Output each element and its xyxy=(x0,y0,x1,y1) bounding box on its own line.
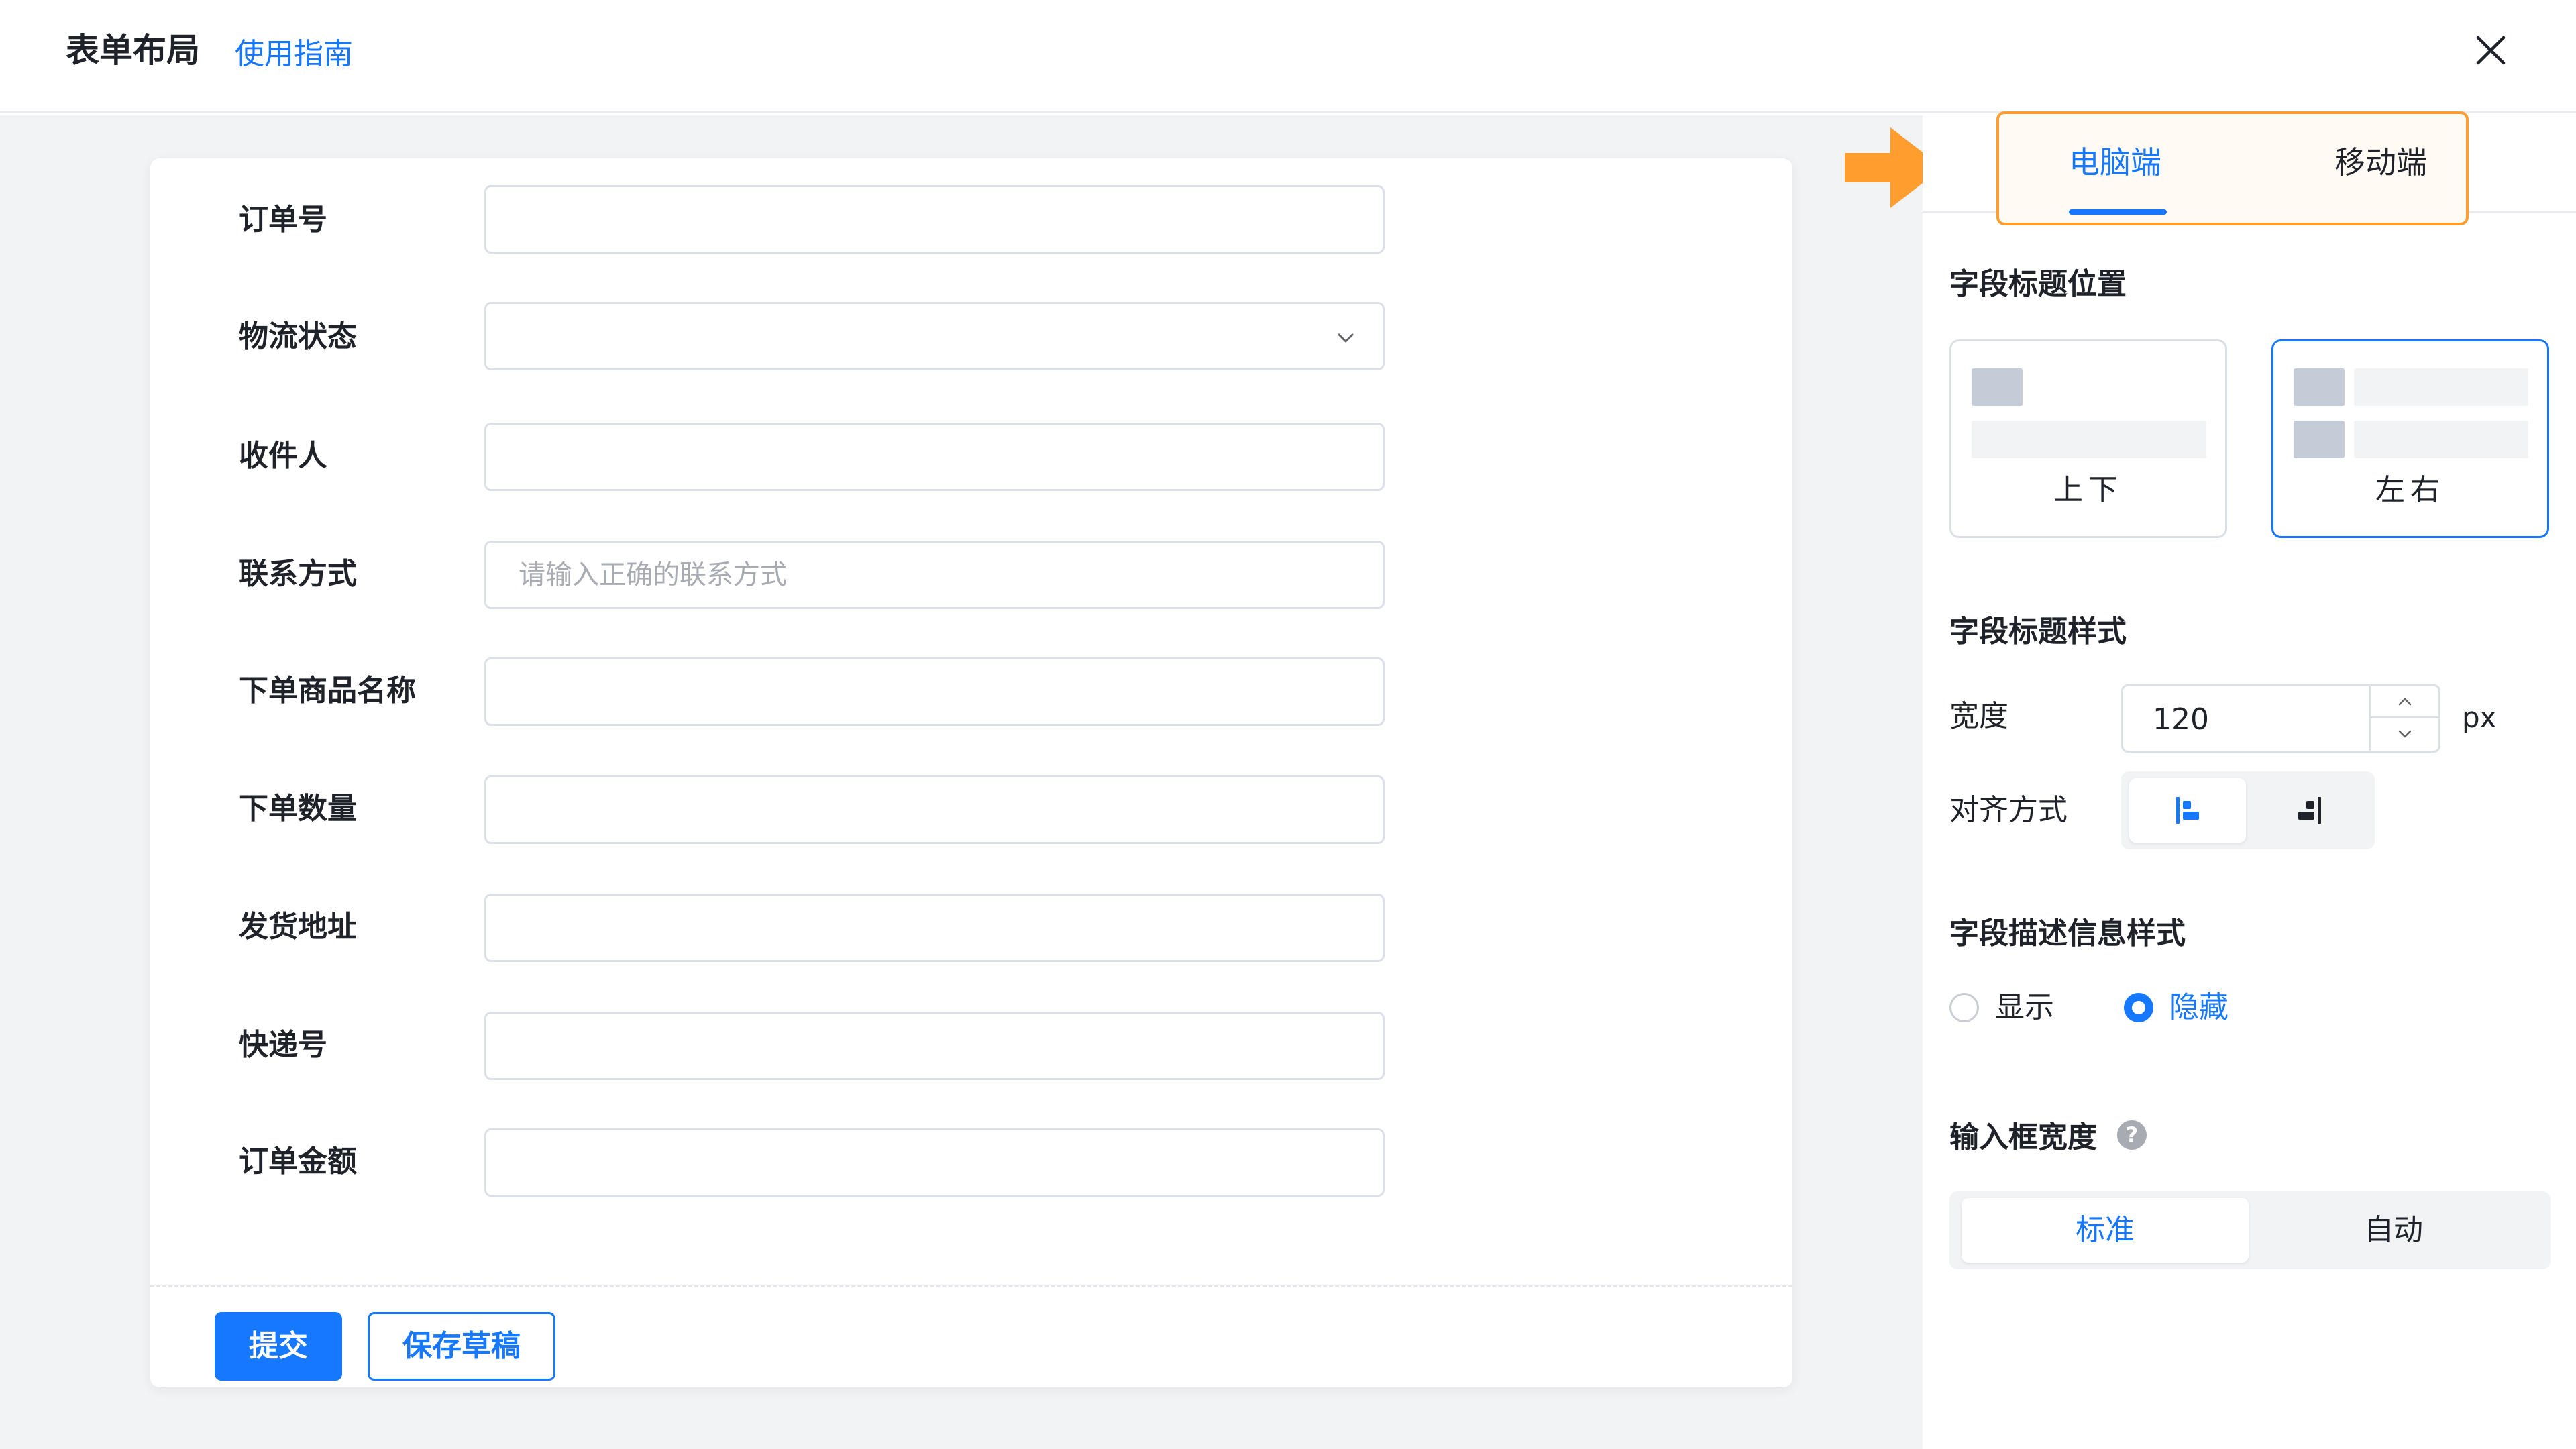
label-position-title: 字段标题位置 xyxy=(1949,267,2127,301)
field-label-order-no: 订单号 xyxy=(239,203,327,237)
layout-option-label: 左右 xyxy=(2375,473,2445,507)
radio-label-hide: 隐藏 xyxy=(2169,990,2229,1024)
chevron-down-icon xyxy=(2398,730,2412,738)
stepper-increase-button[interactable] xyxy=(2371,686,2438,718)
align-right-button[interactable] xyxy=(2250,778,2367,843)
layout-option-left-right[interactable]: 左右 xyxy=(2271,339,2549,538)
order-no-input[interactable] xyxy=(484,185,1385,254)
form-preview-canvas: 订单号 物流状态 收件人 联系方式 请输入正确的联系方式 下单商品名称 下单数量… xyxy=(0,115,1923,1449)
logistics-status-select[interactable] xyxy=(484,302,1385,370)
layout-preview-input-block xyxy=(2354,368,2528,406)
label-width-stepper[interactable]: 120 xyxy=(2121,684,2440,753)
guide-link[interactable]: 使用指南 xyxy=(235,34,353,75)
close-icon xyxy=(2476,36,2506,65)
layout-preview-input-block xyxy=(1972,421,2206,458)
input-width-title: 输入框宽度 xyxy=(1949,1120,2097,1155)
tab-desktop[interactable]: 电脑端 xyxy=(2069,141,2161,184)
label-style-title: 字段标题样式 xyxy=(1949,614,2127,649)
input-width-auto-button[interactable]: 自动 xyxy=(2250,1198,2537,1263)
settings-panel: 电脑端 移动端 字段标题位置 上下 左右 字段标题样式 宽度 120 px 对齐… xyxy=(1923,111,2576,1449)
align-left-icon xyxy=(2176,797,2199,824)
stepper-controls xyxy=(2369,686,2438,751)
form-preview-card: 订单号 物流状态 收件人 联系方式 请输入正确的联系方式 下单商品名称 下单数量… xyxy=(150,158,1792,1387)
radio-label-show: 显示 xyxy=(1995,990,2054,1024)
field-label-order-amount: 订单金额 xyxy=(239,1144,357,1179)
layout-preview-input-block xyxy=(2354,421,2528,458)
width-label: 宽度 xyxy=(1949,699,2008,733)
input-width-standard-button[interactable]: 标准 xyxy=(1962,1198,2249,1263)
field-label-logistics-status: 物流状态 xyxy=(239,319,357,354)
layout-option-label: 上下 xyxy=(2053,473,2123,507)
form-layout-dialog: 表单布局 使用指南 订单号 物流状态 收件人 联系方式 请输入正确的联系方式 下… xyxy=(0,0,2576,1449)
chevron-up-icon xyxy=(2398,698,2412,706)
order-amount-input[interactable] xyxy=(484,1128,1385,1197)
tab-mobile[interactable]: 移动端 xyxy=(2334,141,2427,184)
submit-button[interactable]: 提交 xyxy=(215,1312,342,1381)
field-label-tracking-no: 快递号 xyxy=(239,1028,327,1062)
dialog-header: 表单布局 使用指南 xyxy=(0,0,2576,113)
field-label-contact: 联系方式 xyxy=(239,557,357,591)
stepper-decrease-button[interactable] xyxy=(2371,718,2438,751)
save-draft-button[interactable]: 保存草稿 xyxy=(368,1312,555,1381)
quantity-input[interactable] xyxy=(484,775,1385,844)
active-tab-indicator xyxy=(2069,209,2167,215)
layout-preview-label-block xyxy=(1972,368,2023,406)
tracking-no-input[interactable] xyxy=(484,1012,1385,1080)
form-footer-divider xyxy=(150,1285,1792,1287)
field-label-quantity: 下单数量 xyxy=(239,792,357,826)
field-label-shipping-address: 发货地址 xyxy=(239,910,357,944)
field-label-product-name: 下单商品名称 xyxy=(239,674,416,708)
align-right-icon xyxy=(2298,797,2321,824)
question-circle-icon[interactable]: ? xyxy=(2117,1120,2147,1150)
layout-preview-label-block xyxy=(2294,421,2345,458)
close-button[interactable] xyxy=(2473,32,2509,68)
label-width-value[interactable]: 120 xyxy=(2153,700,2209,740)
layout-preview-label-block xyxy=(2294,368,2345,406)
layout-option-top-bottom[interactable]: 上下 xyxy=(1949,339,2227,538)
radio-circle-checked xyxy=(2124,993,2153,1022)
radio-circle xyxy=(1949,993,1979,1022)
device-tabs: 电脑端 移动端 xyxy=(1996,111,2469,225)
chevron-down-icon xyxy=(1338,333,1354,343)
recipient-input[interactable] xyxy=(484,423,1385,491)
align-label: 对齐方式 xyxy=(1949,793,2068,827)
contact-input[interactable]: 请输入正确的联系方式 xyxy=(484,541,1385,609)
dialog-title: 表单布局 xyxy=(66,31,200,70)
shipping-address-input[interactable] xyxy=(484,894,1385,962)
product-name-input[interactable] xyxy=(484,657,1385,726)
align-left-button[interactable] xyxy=(2129,778,2246,843)
input-width-toggle-group: 标准 自动 xyxy=(1949,1191,2551,1269)
width-unit: px xyxy=(2462,701,2497,734)
field-label-recipient: 收件人 xyxy=(239,439,327,473)
description-style-title: 字段描述信息样式 xyxy=(1949,916,2186,951)
align-toggle-group xyxy=(2121,771,2375,849)
